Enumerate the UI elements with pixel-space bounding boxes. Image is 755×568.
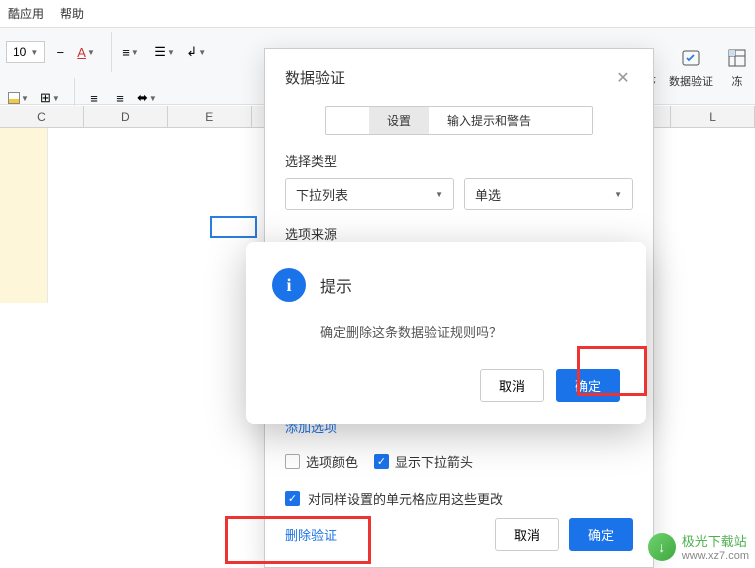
alert-cancel-button[interactable]: 取消 [480,369,544,402]
alert-message: 确定删除这条数据验证规则吗？ [320,322,620,341]
info-icon: i [272,268,306,302]
alert-title: 提示 [320,273,352,297]
confirm-alert: i 提示 确定删除这条数据验证规则吗？ 取消 确定 [246,242,646,424]
watermark-url: www.xz7.com [682,550,749,562]
watermark-icon: ↓ [648,533,676,561]
alert-ok-button[interactable]: 确定 [556,369,620,402]
watermark-name: 极光下载站 [682,531,749,550]
watermark: ↓ 极光下载站 www.xz7.com [648,531,749,562]
